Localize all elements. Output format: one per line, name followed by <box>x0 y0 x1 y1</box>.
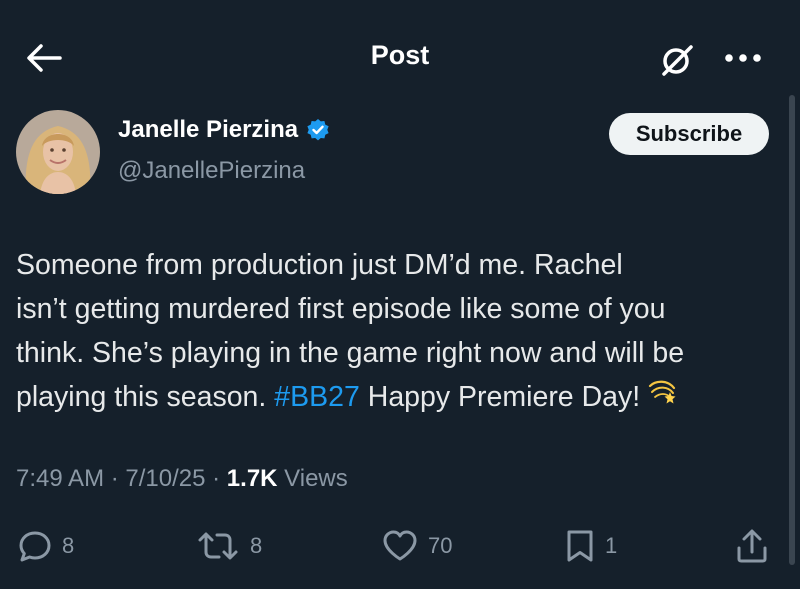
post-line-last: playing this season. #BB27 Happy Premier… <box>16 375 786 421</box>
reply-count: 8 <box>62 533 75 558</box>
repost-count: 8 <box>250 533 263 558</box>
views-label: Views <box>277 465 348 492</box>
repost-button[interactable]: 8 <box>196 522 262 570</box>
bookmark-count: 1 <box>605 533 618 558</box>
like-button[interactable]: 70 <box>382 522 452 570</box>
reply-icon <box>19 531 51 562</box>
bookmark-icon <box>567 530 593 562</box>
post-line-suffix: Happy Premiere Day! <box>359 381 641 413</box>
author-name-row: Janelle Pierzina <box>118 116 330 144</box>
like-count: 70 <box>428 533 453 558</box>
verified-badge-icon[interactable] <box>306 118 330 142</box>
grok-icon <box>662 45 693 76</box>
post-date[interactable]: 7/10/25 <box>125 465 205 492</box>
author-name[interactable]: Janelle Pierzina <box>118 116 298 144</box>
hashtag-link[interactable]: #BB27 <box>274 381 360 413</box>
action-bar: 8 8 70 1 <box>0 522 800 572</box>
grok-button[interactable] <box>655 38 699 82</box>
author-handle[interactable]: @JanellePierzina <box>118 157 305 185</box>
share-icon <box>737 529 767 563</box>
comet-emoji-icon <box>646 376 678 421</box>
share-button[interactable] <box>735 522 769 570</box>
views-count: 1.7K <box>226 465 278 492</box>
post-line: Someone from production just DM’d me. Ra… <box>16 249 623 281</box>
scrollbar[interactable] <box>789 95 795 565</box>
top-bar: Post <box>0 0 800 110</box>
bookmark-button[interactable]: 1 <box>565 522 617 570</box>
meta-separator: · <box>104 465 126 492</box>
like-icon <box>383 530 417 561</box>
meta-separator: · <box>205 465 227 492</box>
reply-button[interactable]: 8 <box>18 522 74 570</box>
post-line: isn’t getting murdered first episode lik… <box>16 293 666 325</box>
more-options-button[interactable] <box>718 38 768 78</box>
post-meta: 7:49 AM · 7/10/25 · 1.7K Views <box>16 465 348 493</box>
avatar-image <box>16 110 100 194</box>
post-time[interactable]: 7:49 AM <box>16 465 104 492</box>
more-icon <box>725 54 761 62</box>
subscribe-button[interactable]: Subscribe <box>609 113 769 155</box>
post-line: think. She’s playing in the game right n… <box>16 337 685 369</box>
post-text: Someone from production just DM’d me. Ra… <box>16 243 786 421</box>
repost-icon <box>198 532 238 560</box>
post-line-prefix: playing this season. <box>16 381 275 413</box>
avatar[interactable] <box>16 110 100 194</box>
